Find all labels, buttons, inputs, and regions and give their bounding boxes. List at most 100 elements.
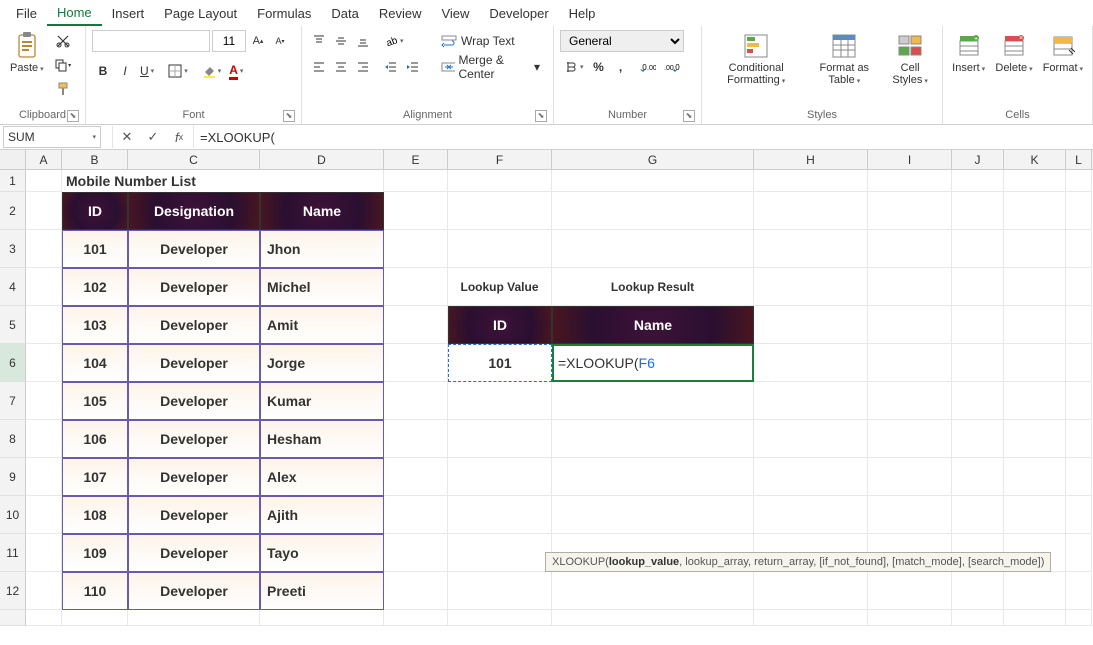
- cell[interactable]: [1066, 420, 1092, 458]
- cell[interactable]: [754, 170, 868, 192]
- cell[interactable]: [952, 496, 1004, 534]
- menu-help[interactable]: Help: [559, 2, 606, 25]
- decrease-indent-button[interactable]: [380, 56, 402, 78]
- cell[interactable]: [868, 420, 952, 458]
- font-color-button[interactable]: A▾: [225, 60, 247, 82]
- row-header[interactable]: 1: [0, 170, 26, 192]
- cell[interactable]: [952, 382, 1004, 420]
- cell[interactable]: [26, 496, 62, 534]
- clipboard-launcher[interactable]: ⬊: [67, 110, 79, 122]
- cell[interactable]: [868, 344, 952, 382]
- align-left-button[interactable]: [308, 56, 330, 78]
- cell[interactable]: [552, 458, 754, 496]
- cell[interactable]: [384, 192, 448, 230]
- lookup-value-label[interactable]: Lookup Value: [448, 268, 552, 306]
- cell[interactable]: [448, 458, 552, 496]
- align-bottom-button[interactable]: [352, 30, 374, 52]
- decrease-font-button[interactable]: A▾: [270, 30, 290, 52]
- table-header-name[interactable]: Name: [260, 192, 384, 230]
- name-box[interactable]: SUM▾: [3, 126, 101, 148]
- menu-developer[interactable]: Developer: [479, 2, 558, 25]
- row-header[interactable]: 5: [0, 306, 26, 344]
- table-title[interactable]: Mobile Number List: [62, 170, 384, 192]
- cancel-formula-button[interactable]: ✕: [115, 127, 139, 147]
- cell[interactable]: [1004, 306, 1066, 344]
- table-cell-name[interactable]: Michel: [260, 268, 384, 306]
- col-header[interactable]: D: [260, 150, 384, 169]
- cell[interactable]: [1066, 170, 1092, 192]
- italic-button[interactable]: I: [114, 60, 136, 82]
- cell[interactable]: [868, 230, 952, 268]
- menu-formulas[interactable]: Formulas: [247, 2, 321, 25]
- cell[interactable]: [384, 496, 448, 534]
- cell[interactable]: [384, 572, 448, 610]
- format-as-table-button[interactable]: Format as Table▾: [808, 30, 880, 88]
- cell[interactable]: [1004, 458, 1066, 496]
- insert-function-button[interactable]: fx: [167, 127, 191, 147]
- cell[interactable]: [1066, 496, 1092, 534]
- cell[interactable]: [1066, 306, 1092, 344]
- row-header[interactable]: 12: [0, 572, 26, 610]
- table-cell-id[interactable]: 107: [62, 458, 128, 496]
- cell[interactable]: [552, 572, 754, 610]
- cell[interactable]: [448, 382, 552, 420]
- cell[interactable]: [448, 170, 552, 192]
- cell[interactable]: [1066, 458, 1092, 496]
- table-cell-desig[interactable]: Developer: [128, 534, 260, 572]
- col-header[interactable]: C: [128, 150, 260, 169]
- cell[interactable]: [128, 610, 260, 626]
- cell[interactable]: [952, 306, 1004, 344]
- cell[interactable]: [26, 344, 62, 382]
- row-header[interactable]: 4: [0, 268, 26, 306]
- cell[interactable]: [754, 496, 868, 534]
- table-cell-desig[interactable]: Developer: [128, 458, 260, 496]
- accounting-format-button[interactable]: ▾: [560, 56, 588, 78]
- cell[interactable]: [1004, 192, 1066, 230]
- font-name-input[interactable]: [92, 30, 210, 52]
- cell[interactable]: [26, 268, 62, 306]
- table-cell-name[interactable]: Jhon: [260, 230, 384, 268]
- cell[interactable]: [1066, 344, 1092, 382]
- lookup-id-header[interactable]: ID: [448, 306, 552, 344]
- cell[interactable]: [448, 572, 552, 610]
- format-painter-button[interactable]: [52, 78, 74, 100]
- cell[interactable]: [26, 420, 62, 458]
- table-cell-id[interactable]: 103: [62, 306, 128, 344]
- cell[interactable]: [384, 420, 448, 458]
- cell[interactable]: [26, 306, 62, 344]
- delete-cells-button[interactable]: × Delete▾: [992, 30, 1035, 76]
- cell[interactable]: [26, 230, 62, 268]
- cell[interactable]: [754, 230, 868, 268]
- cell[interactable]: [754, 382, 868, 420]
- table-cell-desig[interactable]: Developer: [128, 344, 260, 382]
- cell[interactable]: [448, 230, 552, 268]
- cell[interactable]: [952, 458, 1004, 496]
- number-format-select[interactable]: General: [560, 30, 684, 52]
- bold-button[interactable]: B: [92, 60, 114, 82]
- cell[interactable]: [26, 192, 62, 230]
- row-header[interactable]: 3: [0, 230, 26, 268]
- menu-insert[interactable]: Insert: [102, 2, 155, 25]
- underline-button[interactable]: U▾: [136, 60, 158, 82]
- menu-page-layout[interactable]: Page Layout: [154, 2, 247, 25]
- cell[interactable]: [868, 170, 952, 192]
- conditional-formatting-button[interactable]: Conditional Formatting▾: [708, 30, 804, 88]
- cell[interactable]: [552, 610, 754, 626]
- cell[interactable]: [552, 382, 754, 420]
- cell[interactable]: [384, 458, 448, 496]
- cell[interactable]: [384, 344, 448, 382]
- table-cell-name[interactable]: Alex: [260, 458, 384, 496]
- lookup-result-label[interactable]: Lookup Result: [552, 268, 754, 306]
- row-header[interactable]: 10: [0, 496, 26, 534]
- wrap-text-button[interactable]: Wrap Text: [434, 30, 547, 52]
- row-header[interactable]: 2: [0, 192, 26, 230]
- col-header[interactable]: I: [868, 150, 952, 169]
- cell[interactable]: [552, 170, 754, 192]
- table-cell-id[interactable]: 104: [62, 344, 128, 382]
- cell[interactable]: [868, 572, 952, 610]
- percent-format-button[interactable]: %: [588, 56, 610, 78]
- align-right-button[interactable]: [352, 56, 374, 78]
- table-cell-name[interactable]: Hesham: [260, 420, 384, 458]
- cell[interactable]: [384, 382, 448, 420]
- cell[interactable]: [384, 610, 448, 626]
